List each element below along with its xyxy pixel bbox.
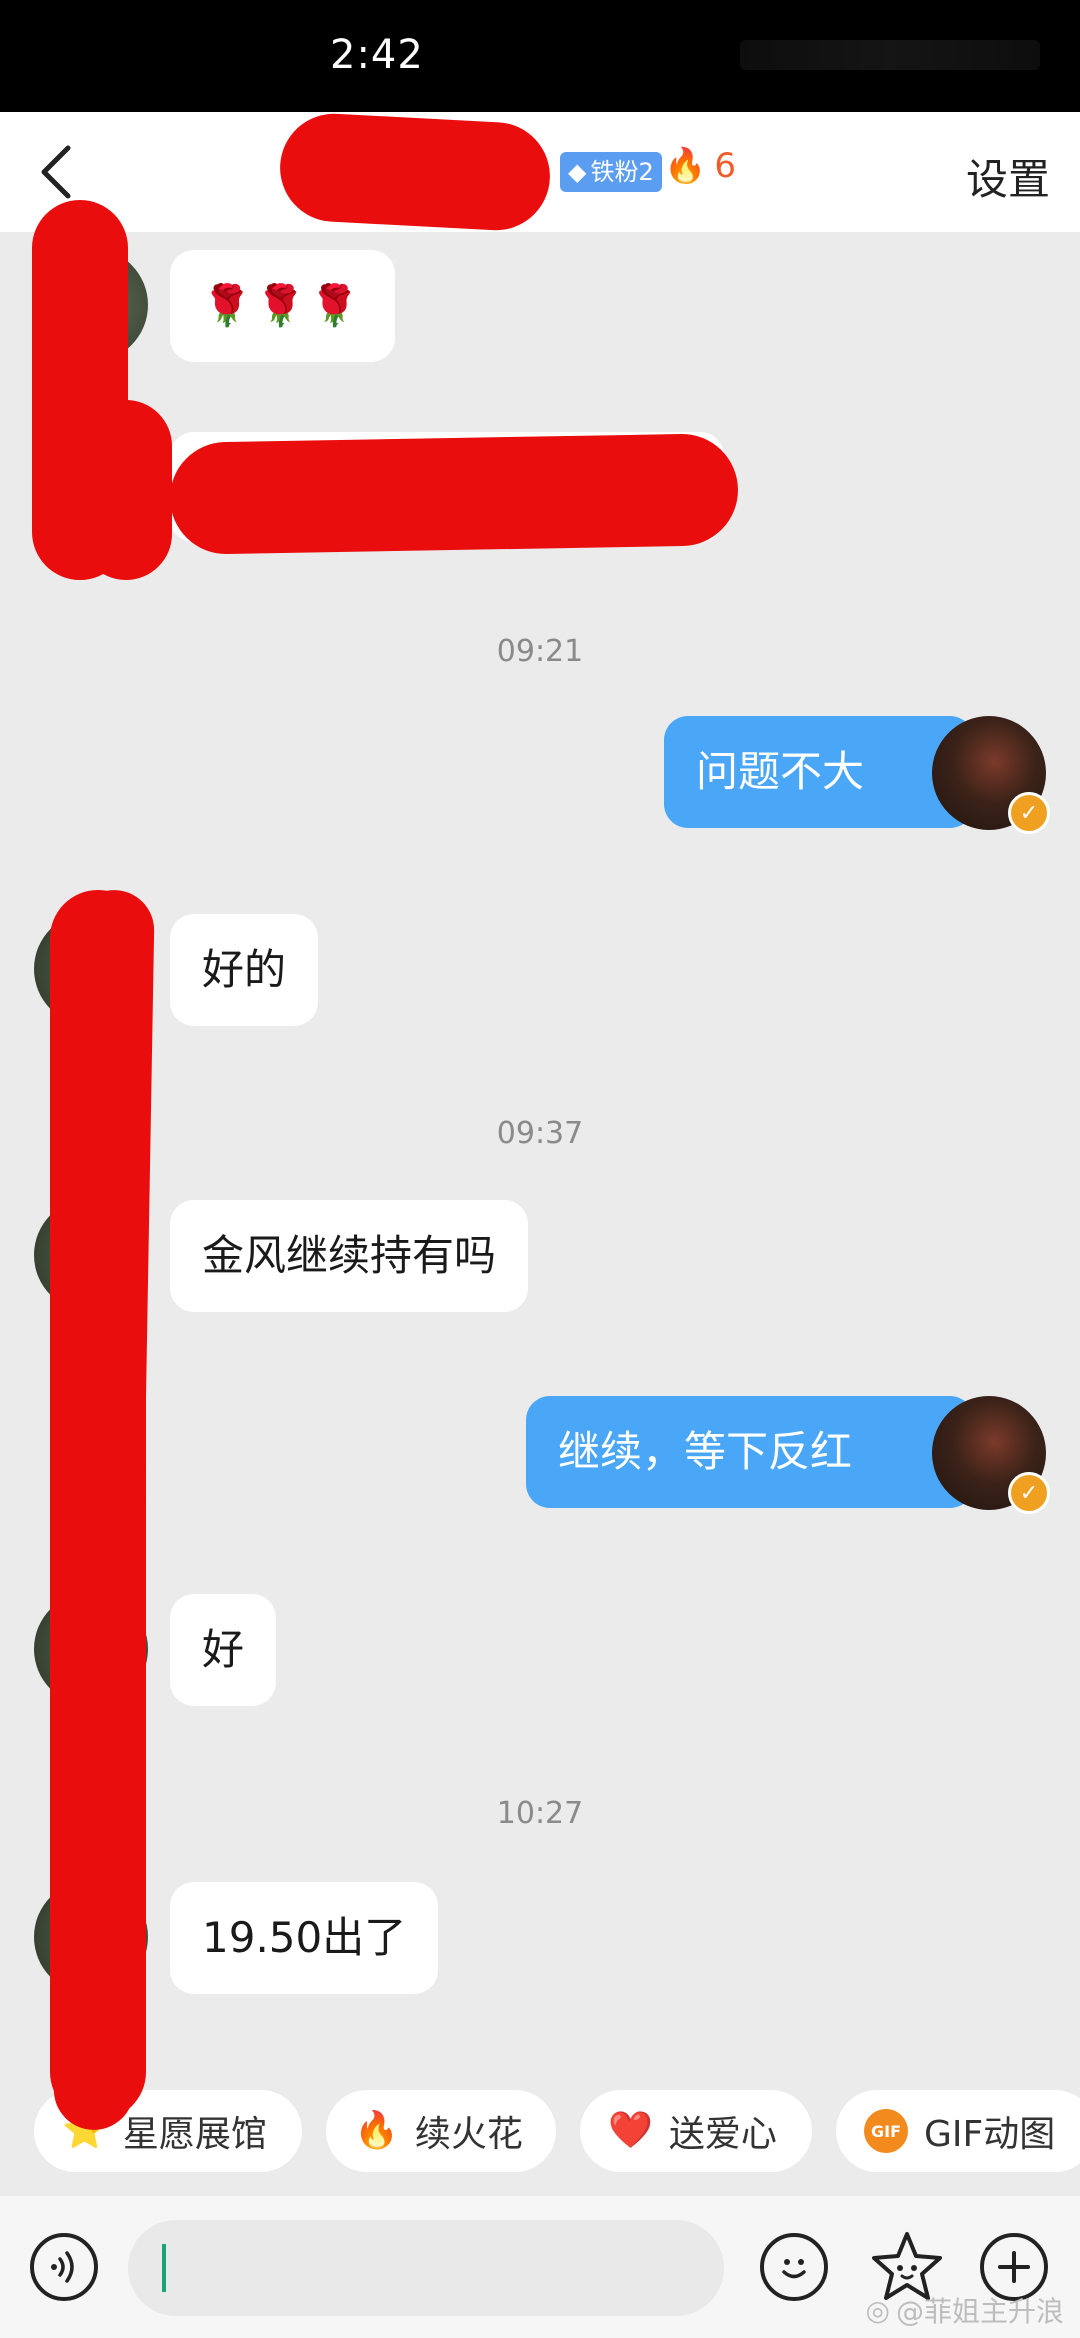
my-avatar[interactable]: ✓ (932, 716, 1050, 834)
message-text: 金风继续持有吗 (202, 1230, 497, 1280)
chip-label: 星愿展馆 (122, 2114, 267, 2155)
streak-count: 6 (714, 146, 736, 186)
message-text: 好 (202, 1624, 245, 1674)
message-input[interactable] (128, 2220, 724, 2316)
message-bubble-incoming: 好的 (170, 914, 319, 1026)
status-time: 2:42 (330, 32, 424, 78)
message-bubble-incoming: 19.50出了 (170, 1882, 439, 1994)
redaction-mark (80, 400, 172, 580)
fan-level-label: 铁粉2 (590, 158, 654, 186)
message-text: 继续，等下反红 (558, 1426, 853, 1476)
status-bar: 2:42 (0, 0, 1080, 112)
chip-renew-spark[interactable]: 🔥 续火花 (326, 2090, 556, 2172)
voice-icon (51, 2251, 74, 2283)
watermark: ◎ @菲姐主升浪 (866, 2290, 1064, 2330)
voice-button[interactable] (30, 2233, 98, 2301)
verified-icon: ✓ (1008, 1472, 1050, 1514)
timestamp: 10:27 (496, 1796, 584, 1831)
weibo-icon: ◎ (865, 2293, 890, 2327)
message-bubble-incoming: 好 (170, 1594, 277, 1706)
timestamp: 09:37 (496, 1116, 584, 1151)
system-status-icons (740, 40, 1040, 70)
back-button[interactable] (30, 142, 90, 202)
message-bubble-incoming: 🌹🌹🌹 (170, 250, 396, 362)
message-bubble-outgoing: 继续，等下反红 (526, 1396, 974, 1508)
message-text: 19.50出了 (202, 1912, 407, 1962)
message-text: 问题不大 (696, 746, 865, 796)
my-avatar[interactable]: ✓ (932, 1396, 1050, 1514)
timestamp: 09:21 (496, 634, 584, 669)
plus-icon (998, 2251, 1030, 2283)
chip-gif[interactable]: GIF GIF动图 (836, 2090, 1080, 2172)
redaction-mark (169, 433, 739, 555)
diamond-icon: ◆ (568, 158, 587, 186)
gif-icon: GIF (864, 2109, 908, 2153)
chip-label: 送爱心 (668, 2114, 777, 2155)
message-text: 好的 (202, 944, 287, 994)
redaction-mark (277, 111, 553, 233)
message-text: 🌹🌹🌹 (202, 283, 364, 329)
heart-icon: ❤️ (608, 2110, 653, 2151)
chip-send-heart[interactable]: ❤️ 送爱心 (580, 2090, 812, 2172)
flame-icon: 🔥 (664, 146, 707, 186)
flame-icon: 🔥 (354, 2110, 399, 2151)
chip-label: GIF动图 (924, 2114, 1056, 2155)
watermark-text: @菲姐主升浪 (895, 2295, 1064, 2328)
fan-level-badge: ◆ 铁粉2 (560, 152, 662, 192)
emoji-button[interactable] (760, 2233, 828, 2301)
message-bubble-outgoing: 问题不大 (664, 716, 974, 828)
chevron-left-icon (41, 145, 71, 199)
verified-icon: ✓ (1008, 792, 1050, 834)
spark-streak: 🔥 6 (664, 146, 736, 186)
message-bubble-incoming: 金风继续持有吗 (170, 1200, 529, 1312)
smiley-icon (782, 2259, 806, 2279)
settings-button[interactable]: 设置 (966, 146, 1050, 207)
chip-label: 续火花 (414, 2114, 523, 2155)
quick-actions-bar: ⭐ 星愿展馆 🔥 续火花 ❤️ 送爱心 GIF GIF动图 (0, 2090, 1080, 2180)
text-caret (162, 2244, 166, 2292)
